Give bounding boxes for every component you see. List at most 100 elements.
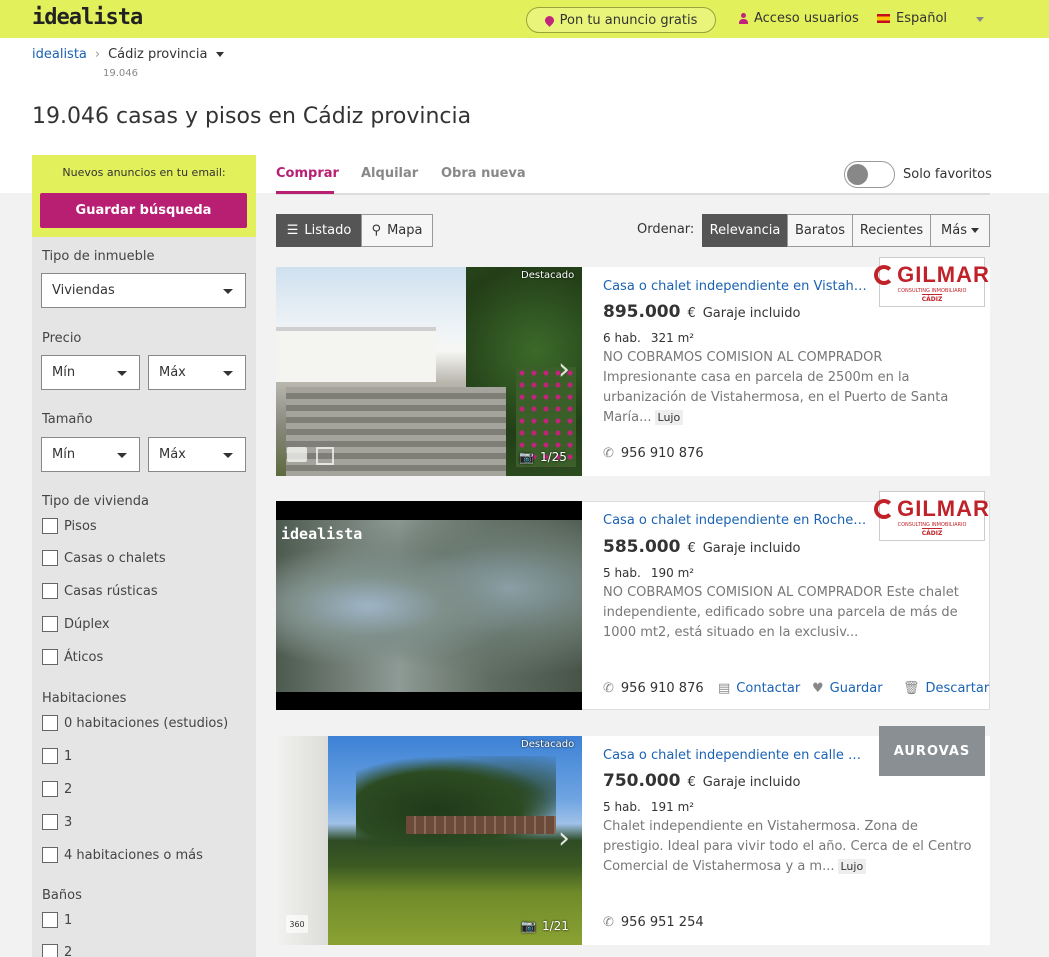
checkbox[interactable] — [42, 781, 58, 797]
discard-label: Descartar — [925, 681, 990, 696]
listing-description[interactable]: NO COBRAMOS COMISION AL COMPRADOR Este c… — [603, 583, 978, 643]
listing-description[interactable]: NO COBRAMOS COMISION AL COMPRADOR Impres… — [603, 348, 978, 428]
listing-title-link[interactable]: Casa o chalet independiente en calle Gol… — [603, 748, 868, 763]
housing-type-option[interactable]: Áticos — [42, 649, 103, 665]
language-chevron-down-icon[interactable] — [976, 17, 984, 22]
discard-listing-button[interactable]: 🗑 Descartar — [903, 681, 989, 696]
size-max-select[interactable]: Máx — [148, 437, 246, 472]
agency-logo-mark: GILMAR — [874, 262, 990, 288]
next-photo-chevron-icon[interactable]: › — [558, 352, 570, 387]
sort-cheapest-button[interactable]: Baratos — [787, 214, 853, 247]
listing-description[interactable]: Chalet independiente en Vistahermosa. Zo… — [603, 817, 978, 877]
rooms-option[interactable]: 1 — [42, 748, 72, 764]
listing-phone[interactable]: ✆ 956 910 876 — [603, 681, 704, 696]
price-extra: Garaje incluido — [702, 775, 801, 790]
list-view-button[interactable]: ☰ Listado — [276, 214, 362, 247]
checkbox[interactable] — [42, 583, 58, 599]
breadcrumb-current[interactable]: Cádiz provincia — [108, 47, 207, 62]
tab-rent[interactable]: Alquilar — [361, 166, 418, 181]
favorites-label: Solo favoritos — [903, 167, 992, 182]
agency-logo[interactable]: GILMAR CONSULTING INMOBILIARIO CÁDIZ — [874, 491, 989, 541]
housing-type-option[interactable]: Pisos — [42, 518, 97, 534]
breadcrumb-chevron-down-icon[interactable] — [215, 52, 224, 57]
floorplan-icon[interactable] — [316, 447, 334, 465]
option-label: 3 — [64, 814, 73, 830]
baths-option[interactable]: 2 — [42, 944, 72, 957]
checkbox[interactable] — [42, 715, 58, 731]
listing-phone[interactable]: ✆ 956 910 876 — [603, 446, 704, 461]
save-search-button[interactable]: Guardar búsqueda — [40, 193, 247, 228]
housing-type-option[interactable]: Casas o chalets — [42, 550, 166, 566]
listing-photo[interactable] — [276, 267, 582, 476]
map-view-button[interactable]: ⚲ Mapa — [361, 214, 433, 247]
sort-recent-button[interactable]: Recientes — [852, 214, 931, 247]
checkbox[interactable] — [42, 814, 58, 830]
price-currency: € — [687, 541, 696, 556]
pin-icon — [542, 13, 556, 27]
language-selector[interactable]: Español — [877, 11, 947, 26]
sort-relevance-button[interactable]: Relevancia — [702, 214, 788, 247]
360-view-icon[interactable]: 360 — [286, 915, 308, 933]
housing-type-option[interactable]: Casas rústicas — [42, 583, 158, 599]
listing-photo[interactable] — [276, 736, 582, 945]
option-label: 1 — [64, 912, 73, 928]
price-max-value: Máx — [159, 365, 186, 380]
listing-price: 895.000 € Garaje incluido — [603, 302, 800, 322]
breadcrumb-home-link[interactable]: idealista — [32, 47, 87, 62]
agency-logo[interactable]: AUROVAS — [879, 726, 985, 776]
tab-new-build[interactable]: Obra nueva — [441, 166, 526, 181]
checkbox[interactable] — [42, 616, 58, 632]
sort-more-label: Más — [941, 223, 967, 238]
page-title: 19.046 casas y pisos en Cádiz provincia — [32, 104, 472, 129]
housing-type-option[interactable]: Dúplex — [42, 616, 110, 632]
phone-number: 956 910 876 — [620, 681, 704, 696]
video-icon[interactable] — [287, 447, 307, 462]
list-icon: ☰ — [286, 223, 299, 238]
rooms-option[interactable]: 0 habitaciones (estudios) — [42, 715, 228, 731]
price-max-select[interactable]: Máx — [148, 355, 246, 390]
checkbox[interactable] — [42, 944, 58, 957]
listing-title-link[interactable]: Casa o chalet independiente en Vistaherm… — [603, 279, 868, 294]
checkbox[interactable] — [42, 912, 58, 928]
agency-logo[interactable]: GILMAR CONSULTING INMOBILIARIO CÁDIZ — [874, 257, 989, 307]
price-min-select[interactable]: Mín — [41, 355, 140, 390]
option-label: 2 — [64, 944, 73, 957]
rooms-option[interactable]: 4 habitaciones o más — [42, 847, 203, 863]
rooms-option[interactable]: 2 — [42, 781, 72, 797]
checkbox[interactable] — [42, 748, 58, 764]
tab-buy[interactable]: Comprar — [276, 166, 339, 181]
idealista-watermark: idealista — [281, 525, 363, 543]
rooms-option[interactable]: 3 — [42, 814, 72, 830]
listing-phone[interactable]: ✆ 956 951 254 — [603, 915, 704, 930]
checkbox[interactable] — [42, 550, 58, 566]
save-label: Guardar — [829, 681, 883, 696]
post-ad-button[interactable]: Pon tu anuncio gratis — [526, 7, 716, 33]
login-link[interactable]: Acceso usuarios — [739, 11, 859, 26]
listing-title-link[interactable]: Casa o chalet independiente en Roche, Co… — [603, 513, 868, 528]
login-label: Acceso usuarios — [754, 11, 859, 26]
price-value: 585.000 — [603, 537, 681, 557]
baths-option[interactable]: 1 — [42, 912, 72, 928]
checkbox[interactable] — [42, 649, 58, 665]
next-photo-chevron-icon[interactable]: › — [558, 821, 570, 856]
idealista-logo[interactable]: idealista — [32, 5, 143, 30]
chevron-down-icon — [117, 453, 127, 458]
heart-icon: ♥ — [812, 681, 824, 696]
price-extra: Garaje incluido — [702, 306, 801, 321]
contact-button[interactable]: ▤ Contactar — [718, 681, 800, 696]
option-label: Pisos — [64, 518, 97, 534]
sort-more-button[interactable]: Más — [930, 214, 990, 247]
size-detail: 321 m² — [650, 331, 695, 345]
checkbox[interactable] — [42, 518, 58, 534]
breadcrumb: idealista › Cádiz provincia — [32, 47, 224, 62]
favorites-toggle-knob[interactable] — [847, 164, 868, 185]
user-icon — [739, 13, 748, 24]
save-listing-button[interactable]: ♥ Guardar — [812, 681, 883, 696]
chevron-down-icon — [970, 228, 979, 233]
property-type-select[interactable]: Viviendas — [41, 273, 246, 308]
checkbox[interactable] — [42, 847, 58, 863]
phone-number: 956 910 876 — [620, 446, 704, 461]
luxury-tag: Lujo — [654, 410, 684, 425]
size-min-select[interactable]: Mín — [41, 437, 140, 472]
agency-logo-mark: GILMAR — [874, 496, 990, 522]
